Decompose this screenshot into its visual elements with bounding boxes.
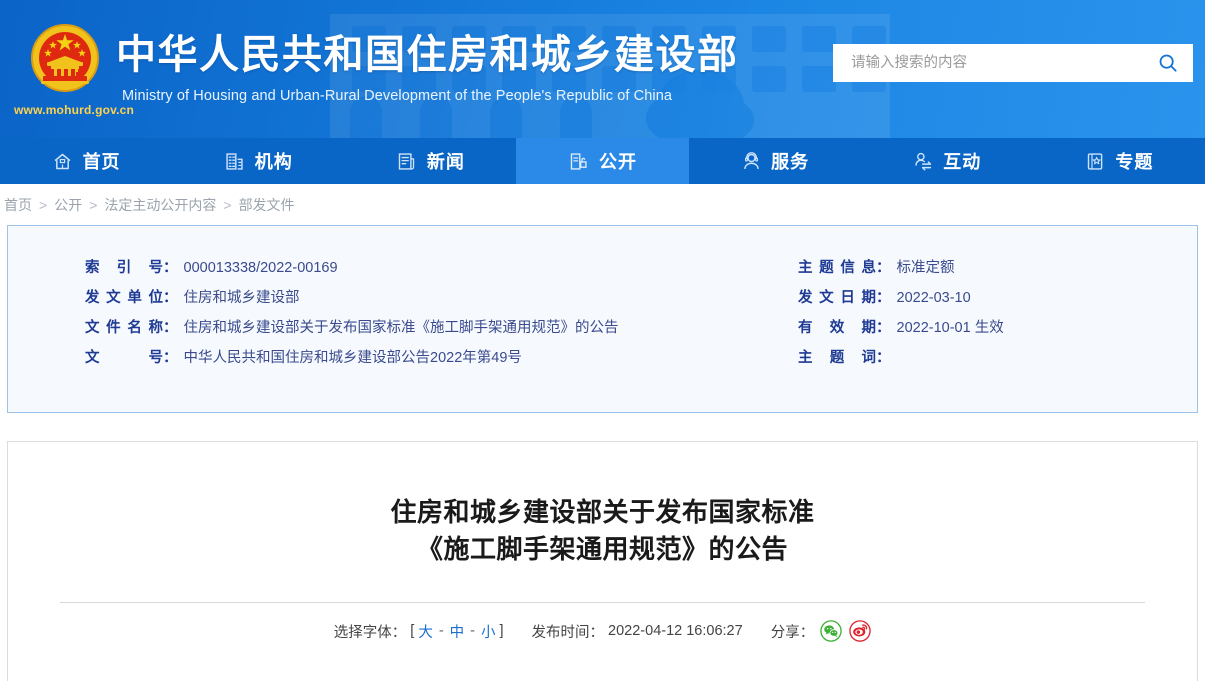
publish-time-value: 2022-04-12 16:06:27 xyxy=(608,623,743,639)
font-size-medium-button[interactable]: 中 xyxy=(450,621,465,642)
page-title-line-2: 《施工脚手架通用规范》的公告 xyxy=(417,534,788,564)
site-title-en: Ministry of Housing and Urban-Rural Deve… xyxy=(122,88,672,104)
national-emblem-icon xyxy=(29,22,101,94)
document-metadata-panel: 索引号： 000013338/2022-00169 发文单位： 住房和城乡建设部… xyxy=(7,225,1198,413)
font-size-label: 选择字体： xyxy=(334,621,407,642)
share-group: 分享： xyxy=(771,620,872,642)
nav-item-news[interactable]: 新闻 xyxy=(344,138,516,184)
metadata-row-issue-date: 发文日期： 2022-03-10 xyxy=(798,286,1158,316)
share-label: 分享： xyxy=(771,621,815,642)
metadata-colon: ： xyxy=(876,256,891,277)
font-size-selector: 选择字体： [ 大 - 中 - 小 ] xyxy=(334,621,504,642)
nav-item-service[interactable]: 服务 xyxy=(689,138,861,184)
search-box[interactable] xyxy=(833,44,1193,82)
nav-item-label: 公开 xyxy=(599,148,637,174)
site-title-cn: 中华人民共和国住房和城乡建设部 xyxy=(116,33,739,77)
metadata-column-right: 主题信息： 标准定额 发文日期： 2022-03-10 有效期： 2022-10… xyxy=(798,256,1158,376)
search-input[interactable] xyxy=(849,44,1143,82)
metadata-colon: ： xyxy=(876,346,891,367)
metadata-value: 住房和城乡建设部关于发布国家标准《施工脚手架通用规范》的公告 xyxy=(184,316,619,337)
metadata-row-keywords: 主题词： xyxy=(798,346,1158,376)
metadata-colon: ： xyxy=(163,256,178,277)
metadata-colon: ： xyxy=(163,286,178,307)
metadata-colon: ： xyxy=(876,316,891,337)
metadata-label: 发文单位 xyxy=(85,286,163,307)
metadata-row-index-number: 索引号： 000013338/2022-00169 xyxy=(85,256,798,286)
article-panel: 住房和城乡建设部关于发布国家标准 《施工脚手架通用规范》的公告 选择字体： [ … xyxy=(7,441,1198,681)
breadcrumb-item-2[interactable]: 公开 xyxy=(54,195,82,215)
metadata-value: 标准定额 xyxy=(897,256,955,277)
site-url-label: www.mohurd.gov.cn xyxy=(14,103,124,117)
breadcrumb-item-3[interactable]: 法定主动公开内容 xyxy=(104,195,216,215)
nav-item-disclosure[interactable]: 公开 xyxy=(516,138,688,184)
metadata-colon: ： xyxy=(163,316,178,337)
metadata-value: 住房和城乡建设部 xyxy=(184,286,300,307)
metadata-label: 文号 xyxy=(85,346,163,367)
page-title-line-1: 住房和城乡建设部关于发布国家标准 xyxy=(390,497,814,527)
metadata-row-validity-period: 有效期： 2022-10-01 生效 xyxy=(798,316,1158,346)
nav-item-organization[interactable]: 机构 xyxy=(172,138,344,184)
nav-item-label: 首页 xyxy=(83,148,121,174)
main-nav: 首页 机构 新闻 xyxy=(0,138,1205,184)
page-title: 住房和城乡建设部关于发布国家标准 《施工脚手架通用规范》的公告 xyxy=(8,442,1197,568)
breadcrumb-item-1[interactable]: 首页 xyxy=(4,195,32,215)
metadata-value: 中华人民共和国住房和城乡建设部公告2022年第49号 xyxy=(184,346,522,367)
metadata-column-left: 索引号： 000013338/2022-00169 发文单位： 住房和城乡建设部… xyxy=(8,256,798,376)
font-size-dash: - xyxy=(470,623,475,639)
nav-item-home[interactable]: 首页 xyxy=(0,138,172,184)
search-icon xyxy=(1157,52,1179,74)
metadata-value: 2022-10-01 生效 xyxy=(897,316,1004,337)
publish-time-label: 发布时间： xyxy=(532,621,605,642)
metadata-label: 有效期 xyxy=(798,316,876,337)
article-toolbar: 选择字体： [ 大 - 中 - 小 ] 发布时间： 2022-04-12 16:… xyxy=(8,620,1197,642)
breadcrumb: 首页 > 公开 > 法定主动公开内容 > 部发文件 xyxy=(0,184,1205,225)
metadata-label: 主题信息 xyxy=(798,256,876,277)
metadata-row-file-name: 文件名称： 住房和城乡建设部关于发布国家标准《施工脚手架通用规范》的公告 xyxy=(85,316,798,346)
nav-item-label: 新闻 xyxy=(427,148,465,174)
news-document-icon xyxy=(396,150,418,172)
metadata-colon: ： xyxy=(876,286,891,307)
metadata-colon: ： xyxy=(163,346,178,367)
metadata-label: 发文日期 xyxy=(798,286,876,307)
metadata-columns: 索引号： 000013338/2022-00169 发文单位： 住房和城乡建设部… xyxy=(8,256,1197,376)
nav-item-label: 专题 xyxy=(1115,148,1153,174)
search-button[interactable] xyxy=(1143,44,1193,82)
home-icon xyxy=(52,150,74,172)
header-inner: www.mohurd.gov.cn 中华人民共和国住房和城乡建设部 Minist… xyxy=(0,0,1205,138)
metadata-row-topic-info: 主题信息： 标准定额 xyxy=(798,256,1158,286)
service-headset-person-icon xyxy=(740,150,762,172)
metadata-label: 文件名称 xyxy=(85,316,163,337)
metadata-label: 索引号 xyxy=(85,256,163,277)
font-size-dash: - xyxy=(439,623,444,639)
font-size-small-button[interactable]: 小 xyxy=(481,621,496,642)
metadata-label: 主题词 xyxy=(798,346,876,367)
font-size-large-button[interactable]: 大 xyxy=(418,621,433,642)
publish-time-group: 发布时间： 2022-04-12 16:06:27 xyxy=(532,621,743,642)
bracket-close: ] xyxy=(500,623,504,639)
nav-item-label: 服务 xyxy=(771,148,809,174)
building-icon xyxy=(224,150,246,172)
breadcrumb-separator: > xyxy=(39,197,47,213)
share-icon-list xyxy=(820,620,871,642)
nav-item-label: 互动 xyxy=(943,148,981,174)
nav-item-interaction[interactable]: 互动 xyxy=(861,138,1033,184)
metadata-row-issuing-unit: 发文单位： 住房和城乡建设部 xyxy=(85,286,798,316)
weibo-icon[interactable] xyxy=(849,620,871,642)
metadata-row-document-number: 文号： 中华人民共和国住房和城乡建设部公告2022年第49号 xyxy=(85,346,798,376)
metadata-value: 000013338/2022-00169 xyxy=(184,260,338,276)
wechat-icon[interactable] xyxy=(820,620,842,642)
breadcrumb-item-4[interactable]: 部发文件 xyxy=(239,195,295,215)
breadcrumb-separator: > xyxy=(223,197,231,213)
site-header: www.mohurd.gov.cn 中华人民共和国住房和城乡建设部 Minist… xyxy=(0,0,1205,138)
breadcrumb-separator: > xyxy=(89,197,97,213)
nav-item-topic[interactable]: 专题 xyxy=(1033,138,1205,184)
nav-item-label: 机构 xyxy=(255,148,293,174)
bracket-open: [ xyxy=(410,623,414,639)
topic-star-icon xyxy=(1084,150,1106,172)
metadata-value: 2022-03-10 xyxy=(897,290,971,306)
open-disclosure-icon xyxy=(568,150,590,172)
title-divider xyxy=(60,602,1145,603)
interaction-person-arrows-icon xyxy=(912,150,934,172)
